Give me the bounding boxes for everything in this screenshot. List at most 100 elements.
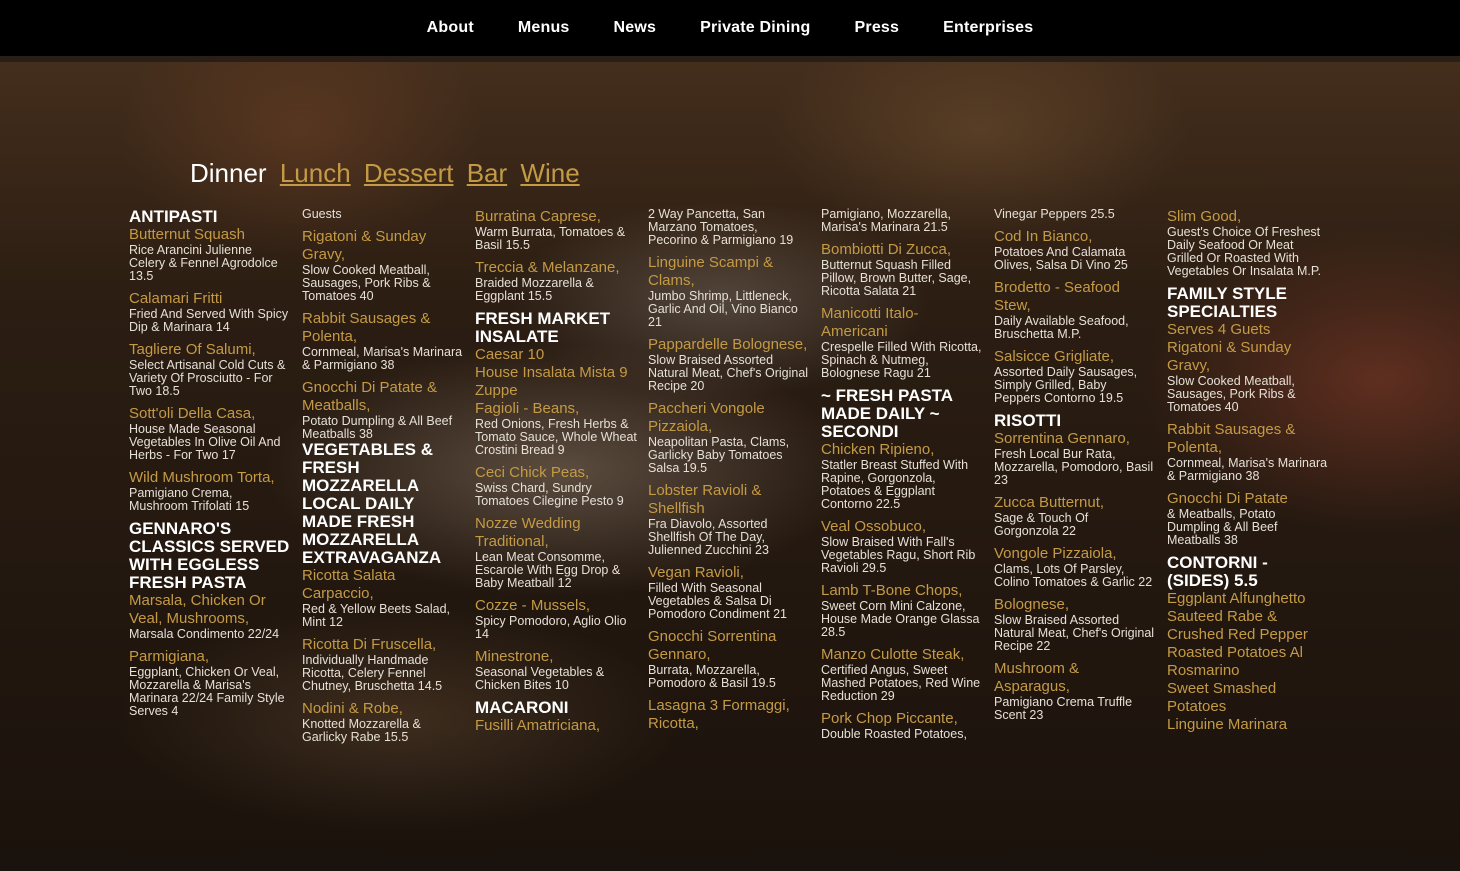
menu-item-description: Certified Angus, Sweet Mashed Potatoes, … [821, 663, 981, 703]
menu-item-name: Pork Chop Piccante, [821, 710, 958, 727]
menu-item-description: Individually Handmade Ricotta, Celery Fe… [302, 653, 443, 693]
menu-item-name: Fagioli - Beans, [475, 400, 580, 417]
menu-item-description: Lean Meat Consomme, Escarole With Egg Dr… [475, 550, 621, 590]
menu-item-name: Gnocchi Di Patate [1167, 490, 1288, 507]
menu-item-description: Guests [302, 207, 342, 221]
menu-item-name: Linguine Marinara [1167, 716, 1288, 733]
section-heading: CONTORNI - (SIDES) 5.5 [1167, 553, 1268, 590]
menu-item-description: Sage & Touch Of Gorgonzola 22 [994, 511, 1089, 538]
menu-item-name: Cozze - Mussels, [475, 597, 591, 614]
menu-item-name: Lobster Ravioli & Shellfish [648, 482, 762, 517]
menu-item-description: Cornmeal, Marisa's Marinara & Parmigiano… [302, 345, 463, 372]
menu-item-name: Bolognese, [994, 596, 1070, 613]
menu-item-name: Sauteed Rabe & Crushed Red Pepper [1167, 608, 1308, 643]
section-heading: ~ FRESH PASTA MADE DAILY ~ SECONDI [821, 386, 953, 441]
menu-item-name: Veal Ossobuco, [821, 518, 927, 535]
menu-item-name: Treccia & Melanzane, [475, 259, 620, 276]
nav-menus[interactable]: Menus [518, 19, 570, 37]
menu-item-name: Calamari Fritti [129, 290, 223, 307]
tab-lunch[interactable]: Lunch [280, 158, 351, 188]
menu-item-description: Butternut Squash Filled Pillow, Brown Bu… [821, 258, 972, 298]
menu-item-name: Vongole Pizzaiola, [994, 545, 1117, 562]
menu-item-name: House Insalata Mista 9 [475, 364, 628, 381]
menu-item-description: Slow Cooked Meatball, Sausages, Pork Rib… [1167, 374, 1296, 414]
tab-dessert[interactable]: Dessert [364, 158, 454, 188]
menu-item-description: Burrata, Mozzarella, Pomodoro & Basil 19… [648, 663, 776, 690]
menu-item-description: Fresh Local Bur Rata, Mozzarella, Pomodo… [994, 447, 1154, 487]
menu-tabs: Dinner Lunch Dessert Bar Wine [190, 158, 586, 189]
menu-column: Vinegar Peppers 25.5 Cod In Bianco, Potato… [994, 208, 1156, 722]
menu-item-name: Bombiotti Di Zucca, [821, 241, 952, 258]
nav-private-dining[interactable]: Private Dining [700, 19, 810, 37]
menu-item-description: Red & Yellow Beets Salad, Mint 12 [302, 602, 451, 629]
nav-news[interactable]: News [614, 19, 657, 37]
nav-about[interactable]: About [427, 19, 474, 37]
menu-item-name: Lasagna 3 Formaggi, Ricotta, [648, 697, 790, 732]
menu-item-description: Swiss Chard, Sundry Tomatoes Cilegine Pe… [475, 481, 624, 508]
menu-item-description: Cornmeal, Marisa's Marinara & Parmigiano… [1167, 456, 1328, 483]
tab-bar[interactable]: Bar [467, 158, 507, 188]
menu-item-description: Knotted Mozzarella & Garlicky Rabe 15.5 [302, 717, 421, 744]
menu-item-description: Filled With Seasonal Vegetables & Salsa … [648, 581, 787, 621]
menu-column: 2 Way Pancetta, San Marzano Tomatoes, Pe… [648, 208, 810, 733]
menu-item-name: Burratina Caprese, [475, 208, 601, 225]
menu-item-name: Parmigiana, [129, 648, 210, 665]
menu-item-description: 2 Way Pancetta, San Marzano Tomatoes, Pe… [648, 207, 794, 247]
menu-item-name: Rigatoni & Sunday Gravy, [302, 228, 427, 263]
menu-item-name: Tagliere Of Salumi, [129, 341, 256, 358]
section-heading: MACARONI [475, 698, 569, 717]
menu-item-description: Red Onions, Fresh Herbs & Tomato Sauce, … [475, 417, 637, 457]
menu-item-description: Pamigiano Crema Truffle Scent 23 [994, 695, 1133, 722]
section-heading: VEGETABLES & FRESH MOZZARELLA LOCAL DAIL… [302, 440, 442, 567]
menu-item-name: Minestrone, [475, 648, 554, 665]
menu-item-name: Lamb T-Bone Chops, [821, 582, 963, 599]
section-heading: RISOTTI [994, 411, 1062, 430]
menu-item-description: Neapolitan Pasta, Clams, Garlicky Baby T… [648, 435, 790, 475]
menu-item-name: Cod In Bianco, [994, 228, 1093, 245]
menu-item-name: Linguine Scampi & Clams, [648, 254, 774, 289]
menu-item-name: Butternut Squash [129, 226, 245, 243]
section-heading: FRESH MARKET INSALATE [475, 309, 611, 346]
menu-item-name: Ricotta Salata Carpaccio, [302, 567, 396, 602]
menu-item-description: Jumbo Shrimp, Littleneck, Garlic And Oil… [648, 289, 798, 329]
menu-item-description: Warm Burrata, Tomatoes & Basil 15.5 [475, 225, 626, 252]
menu-item-name: Rigatoni & Sunday Gravy, [1167, 339, 1292, 374]
menu-item-description: & Meatballs, Potato Dumpling & All Beef … [1167, 507, 1278, 547]
menu-item-description: Select Artisanal Cold Cuts & Variety Of … [129, 358, 286, 398]
menu-item-description: Slow Cooked Meatball, Sausages, Pork Rib… [302, 263, 431, 303]
menu-item-name: Pappardelle Bolognese, [648, 336, 808, 353]
menu-item-description: Sweet Corn Mini Calzone, House Made Oran… [821, 599, 980, 639]
menu-item-name: Slim Good, [1167, 208, 1242, 225]
section-heading: GENNARO'S CLASSICS SERVED WITH EGGLESS F… [129, 519, 290, 592]
menu-item-name: Zuppe [475, 382, 518, 399]
menu-column: Pamigiano, Mozzarella, Marisa's Marinara… [821, 208, 983, 741]
menu-item-name: Mushroom & Asparagus, [994, 660, 1080, 695]
tab-wine[interactable]: Wine [520, 158, 579, 188]
menu-item-description: Crespelle Filled With Ricotta, Spinach &… [821, 340, 982, 380]
nav-enterprises[interactable]: Enterprises [943, 19, 1033, 37]
menu-item-name: Sweet Smashed Potatoes [1167, 680, 1277, 715]
menu-item-description: Potatoes And Calamata Olives, Salsa Di V… [994, 245, 1128, 272]
menu-item-description: Daily Available Seafood, Bruschetta M.P. [994, 314, 1129, 341]
menu-item-name: Nodini & Robe, [302, 700, 403, 717]
menu-item-description: Seasonal Vegetables & Chicken Bites 10 [475, 665, 605, 692]
menu-item-description: Braided Mozzarella & Eggplant 15.5 [475, 276, 594, 303]
menu-item-name: Ceci Chick Peas, [475, 464, 590, 481]
menu-item-description: Clams, Lots Of Parsley, Colino Tomatoes … [994, 562, 1153, 589]
menu-item-name: Manzo Culotte Steak, [821, 646, 965, 663]
menu-item-name: Zucca Butternut, [994, 494, 1105, 511]
menu-column: Slim Good, Guest's Choice Of Freshest Dai… [1167, 208, 1329, 734]
section-heading: ANTIPASTI [129, 207, 218, 226]
menu-item-description: Slow Braised Assorted Natural Meat, Chef… [994, 613, 1155, 653]
menu-item-name: Wild Mushroom Torta, [129, 469, 275, 486]
menu-item-description: Spicy Pomodoro, Aglio Olio 14 [475, 614, 627, 641]
menu-item-name: Chicken Ripieno, [821, 441, 935, 458]
menu-item-description: Slow Braised With Fall's Vegetables Ragu… [821, 535, 976, 575]
menu-item-name: Marsala, Chicken Or Veal, Mushrooms, [129, 592, 266, 627]
menu-item-name: Rabbit Sausages & Polenta, [302, 310, 431, 345]
nav-press[interactable]: Press [855, 19, 900, 37]
menu-item-description: Potato Dumpling & All Beef Meatballs 38 [302, 414, 453, 441]
menu-item-name: Sott'oli Della Casa, [129, 405, 256, 422]
menu-item-description: Statler Breast Stuffed With Rapine, Gorg… [821, 458, 969, 511]
menu-item-description: House Made Seasonal Vegetables In Olive … [129, 422, 281, 462]
